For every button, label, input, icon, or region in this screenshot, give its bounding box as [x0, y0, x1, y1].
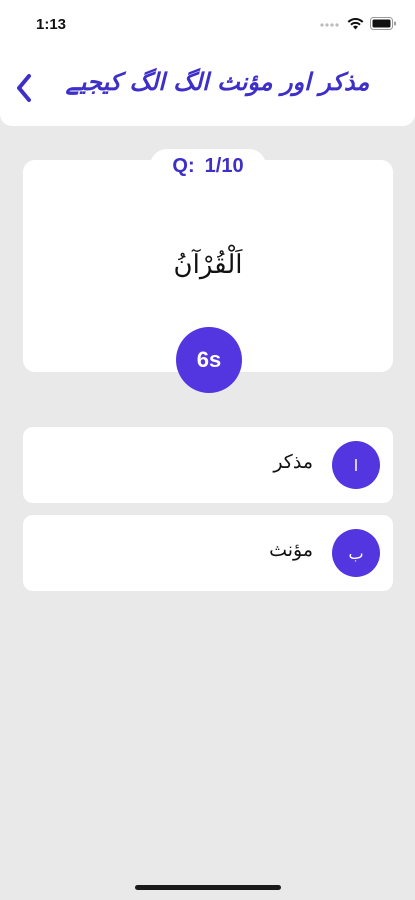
status-icons	[319, 17, 397, 30]
app-header: 1:13 مذکر اور مؤنث الگ الگ کیجیے	[0, 0, 415, 126]
back-button[interactable]	[6, 68, 42, 108]
chevron-left-icon	[17, 74, 31, 102]
question-progress: 1/10	[204, 154, 244, 177]
option-a-text: مذکر	[273, 451, 313, 473]
question-label: Q:	[172, 154, 195, 177]
home-indicator[interactable]	[135, 885, 281, 890]
battery-icon	[370, 17, 396, 30]
option-a-letter: ا	[332, 441, 380, 489]
option-b[interactable]: ب مؤنث	[23, 515, 393, 591]
timer-badge: 6s	[176, 327, 242, 393]
option-b-text: مؤنث	[269, 539, 313, 561]
option-b-letter: ب	[332, 529, 380, 577]
question-progress-badge: Q: 1/10	[150, 149, 266, 183]
page-title: مذکر اور مؤنث الگ الگ کیجیے	[65, 68, 370, 96]
option-a[interactable]: ا مذکر	[23, 427, 393, 503]
signal-dots-icon	[320, 22, 339, 27]
question-word: اَلْقُرْآنُ	[173, 250, 243, 280]
wifi-icon	[347, 17, 364, 29]
status-time: 1:13	[36, 16, 67, 33]
